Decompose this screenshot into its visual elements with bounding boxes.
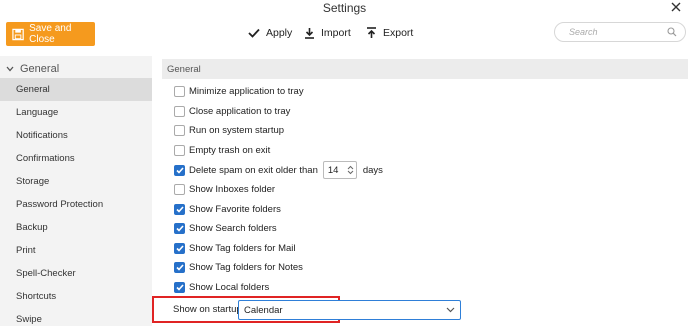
title-bar: Settings — [0, 0, 689, 18]
window-title: Settings — [322, 1, 367, 15]
sidebar-item-label: Confirmations — [16, 153, 75, 164]
sidebar-item-print[interactable]: Print — [0, 239, 152, 262]
sidebar-item-label: Print — [16, 245, 36, 256]
option-label: Show Local folders — [189, 281, 270, 293]
sidebar-group-label: General — [20, 63, 60, 75]
apply-label: Apply — [266, 27, 293, 39]
sidebar-item-spell-checker[interactable]: Spell-Checker — [0, 262, 152, 285]
search-icon[interactable] — [667, 27, 677, 37]
sidebar-item-shortcuts[interactable]: Shortcuts — [0, 285, 152, 308]
days-value[interactable]: 14 — [324, 165, 346, 176]
checkbox[interactable] — [174, 281, 185, 293]
option-run-on-startup: Run on system startup — [174, 122, 284, 138]
export-icon — [367, 27, 376, 38]
option-show-tag-mail: Show Tag folders for Mail — [174, 240, 296, 256]
sidebar-item-label: Password Protection — [16, 199, 104, 210]
option-label: Show Tag folders for Notes — [189, 261, 303, 273]
sidebar-item-backup[interactable]: Backup — [0, 216, 152, 239]
sidebar-item-confirmations[interactable]: Confirmations — [0, 147, 152, 170]
checkbox[interactable] — [174, 203, 185, 215]
option-show-inboxes: Show Inboxes folder — [174, 181, 275, 197]
checkbox[interactable] — [174, 105, 185, 117]
option-label: Run on system startup — [189, 124, 285, 136]
stepper-arrows[interactable] — [346, 165, 356, 175]
sidebar-item-label: General — [16, 84, 50, 95]
sidebar-item-swipe[interactable]: Swipe — [0, 308, 152, 326]
save-and-close-label: Save and Close — [29, 23, 72, 45]
sidebar-item-general[interactable]: General — [0, 78, 152, 101]
settings-window: Settings Save and Close Apply Import Exp… — [0, 0, 689, 326]
sidebar-item-label: Backup — [16, 222, 48, 233]
checkbox[interactable] — [174, 85, 185, 97]
chevron-down-icon[interactable] — [446, 307, 455, 313]
toolbar: Save and Close Apply Import Export — [0, 18, 689, 50]
startup-value: Calendar — [244, 304, 283, 316]
option-delete-spam: Delete spam on exit older than 14 days — [174, 161, 383, 179]
option-label: Empty trash on exit — [189, 144, 271, 156]
checkmark-icon — [248, 28, 260, 38]
option-label: Show Tag folders for Mail — [189, 242, 296, 254]
sidebar-item-label: Spell-Checker — [16, 268, 76, 279]
checkbox[interactable] — [174, 164, 185, 176]
search-input[interactable] — [567, 26, 667, 38]
option-close-to-tray: Close application to tray — [174, 103, 290, 119]
section-header: General — [162, 59, 688, 79]
option-minimize-to-tray: Minimize application to tray — [174, 83, 304, 99]
chevron-down-icon[interactable] — [0, 66, 20, 72]
option-label: Close application to tray — [189, 105, 291, 117]
option-show-search-folders: Show Search folders — [174, 220, 277, 236]
settings-content: General Minimize application to tray Clo… — [152, 56, 689, 326]
import-button[interactable]: Import — [304, 27, 351, 39]
save-and-close-button[interactable]: Save and Close — [6, 22, 95, 46]
option-label: Delete spam on exit older than — [189, 164, 318, 176]
sidebar-item-language[interactable]: Language — [0, 101, 152, 124]
checkbox[interactable] — [174, 144, 185, 156]
sidebar-item-label: Shortcuts — [16, 291, 57, 302]
sidebar-item-storage[interactable]: Storage — [0, 170, 152, 193]
export-button[interactable]: Export — [366, 27, 413, 39]
import-icon — [305, 28, 314, 39]
option-show-tag-notes: Show Tag folders for Notes — [174, 259, 303, 275]
checkbox[interactable] — [174, 242, 185, 254]
section-title: General — [167, 63, 201, 75]
checkbox[interactable] — [174, 222, 185, 234]
sidebar-item-label: Storage — [16, 176, 50, 187]
checkbox[interactable] — [174, 124, 185, 136]
days-stepper[interactable]: 14 — [322, 161, 357, 179]
days-suffix: days — [362, 164, 383, 176]
option-label: Show Favorite folders — [189, 203, 281, 215]
save-icon — [12, 28, 24, 40]
checkbox[interactable] — [174, 183, 185, 195]
option-show-favorites: Show Favorite folders — [174, 201, 281, 217]
option-label: Show Inboxes folder — [189, 183, 276, 195]
sidebar: General General Language Notifications C… — [0, 56, 152, 326]
export-label: Export — [383, 27, 414, 39]
close-icon[interactable] — [669, 0, 683, 14]
search-box[interactable] — [554, 22, 686, 42]
startup-label: Show on startup: — [173, 304, 245, 315]
sidebar-item-label: Swipe — [16, 314, 42, 325]
sidebar-item-notifications[interactable]: Notifications — [0, 124, 152, 147]
startup-select[interactable]: Calendar — [238, 300, 461, 320]
option-label: Show Search folders — [189, 222, 277, 234]
option-show-local-folders: Show Local folders — [174, 279, 269, 295]
chevron-down-icon[interactable] — [347, 170, 354, 175]
import-label: Import — [321, 27, 351, 39]
sidebar-item-label: Notifications — [16, 130, 68, 141]
checkbox[interactable] — [174, 261, 185, 273]
sidebar-group-general[interactable]: General — [0, 61, 152, 77]
sidebar-item-password-protection[interactable]: Password Protection — [0, 193, 152, 216]
sidebar-item-label: Language — [16, 107, 59, 118]
option-label: Minimize application to tray — [189, 85, 304, 97]
apply-button[interactable]: Apply — [248, 27, 292, 39]
option-empty-trash: Empty trash on exit — [174, 142, 270, 158]
